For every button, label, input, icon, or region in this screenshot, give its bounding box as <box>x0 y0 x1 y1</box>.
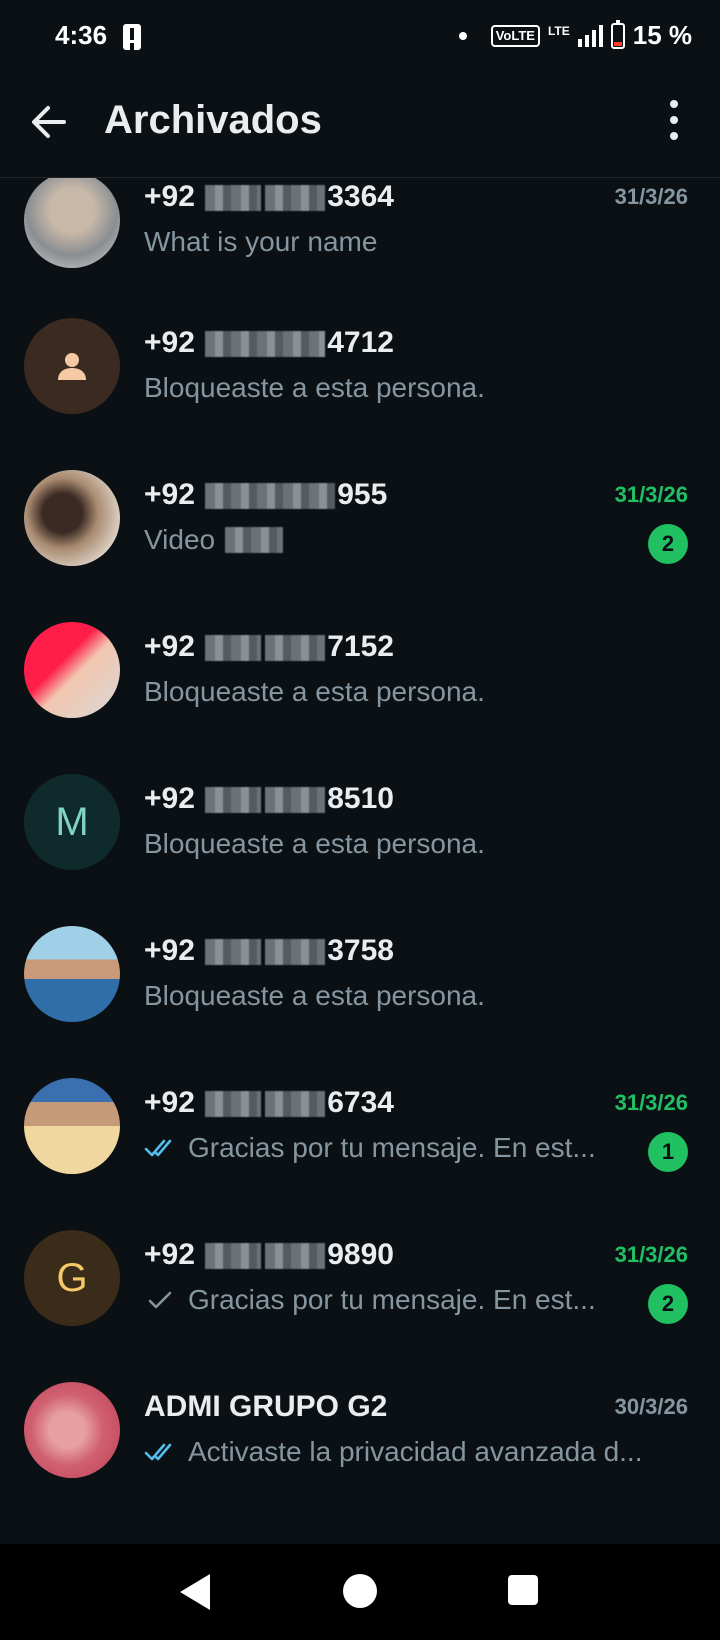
chat-name: ADMI GRUPO G2 <box>144 1390 388 1423</box>
chat-preview: Gracias por tu mensaje. En est... <box>144 1132 596 1164</box>
chat-name: +92 3364 <box>144 180 394 213</box>
chat-time: 31/3/26 <box>614 1242 688 1267</box>
chat-time: 30/3/26 <box>614 1394 688 1419</box>
avatar[interactable] <box>24 318 120 414</box>
chat-time: 31/3/26 <box>614 1090 688 1115</box>
avatar[interactable] <box>24 178 120 268</box>
chat-name: +92 4712 <box>144 326 394 359</box>
chat-time: 31/3/26 <box>614 482 688 507</box>
chat-preview: Activaste la privacidad avanzada d... <box>144 1436 642 1468</box>
chat-name: +92 9890 <box>144 1238 394 1271</box>
chat-name: +92 7152 <box>144 630 394 663</box>
check-icon <box>148 1291 172 1309</box>
chat-preview: Bloqueaste a esta persona. <box>144 676 485 707</box>
unread-badge: 1 <box>648 1132 688 1172</box>
app-bar: Archivados <box>0 72 720 178</box>
avatar[interactable] <box>24 470 120 566</box>
status-time: 4:36 <box>55 20 108 50</box>
chat-time: 31/3/26 <box>614 184 688 209</box>
chat-preview: Video <box>144 524 285 556</box>
chat-preview: Bloqueaste a esta persona. <box>144 828 485 859</box>
chat-name: +92 8510 <box>144 782 394 815</box>
unread-badge: 2 <box>648 1284 688 1324</box>
chat-row[interactable]: +92 3364 31/3/26 What is your name <box>0 178 720 324</box>
avatar[interactable] <box>24 1382 120 1478</box>
chat-row[interactable]: ADMI GRUPO G2 30/3/26 Activaste la priva… <box>0 1382 720 1534</box>
status-indicators: VoLTE LTE 15 % <box>458 19 692 51</box>
back-arrow-icon[interactable] <box>28 102 68 142</box>
volte-icon: VoLTE <box>490 24 540 47</box>
chat-row[interactable]: G +92 9890 31/3/26 Gracias por tu mensaj… <box>0 1230 720 1382</box>
chat-row[interactable]: +92 7152 Bloqueaste a esta persona. <box>0 622 720 774</box>
person-icon <box>58 353 86 380</box>
double-check-icon <box>144 1139 172 1157</box>
nav-back-icon[interactable] <box>180 1574 210 1610</box>
chat-name: +92 3758 <box>144 934 394 967</box>
notification-dot-icon <box>458 31 467 40</box>
chat-row[interactable]: +92 6734 31/3/26 Gracias por tu mensaje.… <box>0 1078 720 1230</box>
archived-chat-list: +92 3364 31/3/26 What is your name +92 4… <box>0 178 720 1544</box>
chat-preview: Gracias por tu mensaje. En est... <box>144 1284 596 1316</box>
double-check-icon <box>144 1443 172 1461</box>
lte-icon: LTE <box>547 24 570 38</box>
chat-preview: Bloqueaste a esta persona. <box>144 980 485 1011</box>
avatar[interactable]: G <box>24 1230 120 1326</box>
signal-icon <box>577 24 603 47</box>
status-bar: 4:36 VoLTE LTE 15 % <box>0 0 720 72</box>
chat-preview: Bloqueaste a esta persona. <box>144 372 485 403</box>
avatar[interactable] <box>24 1078 120 1174</box>
chat-name: +92 6734 <box>144 1086 394 1119</box>
chat-row[interactable]: +92 3758 Bloqueaste a esta persona. <box>0 926 720 1078</box>
chat-row[interactable]: M +92 8510 Bloqueaste a esta persona. <box>0 774 720 926</box>
chat-preview: What is your name <box>144 226 378 257</box>
avatar[interactable] <box>24 622 120 718</box>
system-nav-bar <box>0 1544 720 1640</box>
chat-name: +92 955 <box>144 478 388 511</box>
nav-recents-icon[interactable] <box>508 1575 538 1605</box>
battery-percent: 15 % <box>632 20 692 50</box>
alert-icon <box>123 24 141 50</box>
page-title: Archivados <box>104 98 322 142</box>
more-options-icon[interactable] <box>668 100 680 140</box>
avatar[interactable] <box>24 926 120 1022</box>
battery-icon <box>610 19 625 49</box>
unread-badge: 2 <box>648 524 688 564</box>
nav-home-icon[interactable] <box>343 1574 377 1608</box>
chat-row[interactable]: +92 4712 Bloqueaste a esta persona. <box>0 318 720 470</box>
chat-row[interactable]: +92 955 31/3/26 Video 2 <box>0 470 720 622</box>
avatar[interactable]: M <box>24 774 120 870</box>
